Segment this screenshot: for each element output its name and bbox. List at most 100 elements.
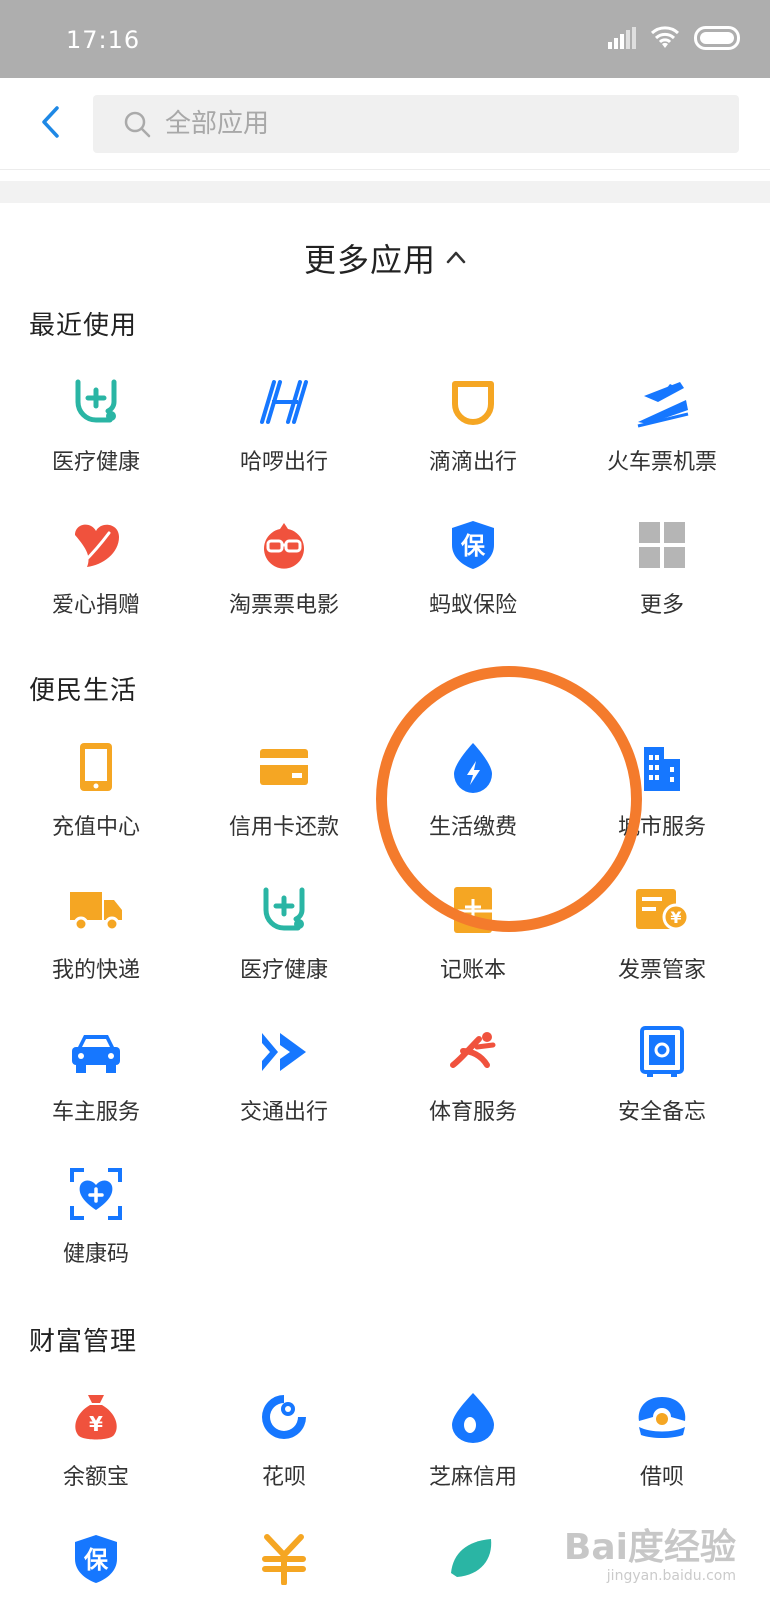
health-code-icon — [68, 1166, 124, 1222]
leaf-icon — [445, 1531, 501, 1587]
app-label: 借呗 — [639, 1465, 684, 1490]
app-label: 安全备忘 — [617, 1100, 706, 1125]
invoice-icon: ¥ — [634, 882, 690, 938]
safe-icon — [634, 1024, 690, 1080]
app-health-code[interactable]: 健康码 — [0, 1166, 192, 1286]
app-label: 信用卡还款 — [228, 815, 339, 840]
sports-figure-icon — [445, 1024, 501, 1080]
app-sports[interactable]: 体育服务 — [377, 1024, 569, 1144]
grid-icon — [634, 517, 690, 573]
app-label: 充值中心 — [51, 815, 140, 840]
double-chevron-icon — [256, 1024, 312, 1080]
didi-icon — [445, 374, 501, 430]
app-didi[interactable]: 滴滴出行 — [377, 374, 569, 494]
app-label: 车主服务 — [51, 1100, 140, 1125]
truck-icon — [68, 882, 124, 938]
app-label: 生活缴费 — [428, 815, 517, 840]
app-label: 哈啰出行 — [239, 450, 328, 475]
app-label: 我的快递 — [51, 958, 140, 983]
heart-leaf-icon — [68, 517, 124, 573]
app-sesame-credit[interactable]: 芝麻信用 — [377, 1389, 569, 1509]
watermark: Bai度经验 jingyan.baidu.com — [564, 1518, 736, 1584]
svg-text:¥: ¥ — [89, 1412, 103, 1436]
signal-icon — [608, 27, 636, 53]
app-city-service[interactable]: 城市服务 — [566, 739, 758, 859]
section-title-life: 便民生活 — [29, 676, 138, 706]
app-train-flight[interactable]: 火车票机票 — [566, 374, 758, 494]
search-icon — [123, 110, 151, 138]
svg-text:保: 保 — [83, 1546, 109, 1574]
app-label: 城市服务 — [617, 815, 706, 840]
app-account-book[interactable]: 记账本 — [377, 882, 569, 1002]
status-bar: 17:16 — [0, 0, 770, 78]
app-medical-2[interactable]: 医疗健康 — [188, 882, 380, 1002]
app-label: 芝麻信用 — [428, 1465, 517, 1490]
buildings-icon — [634, 739, 690, 795]
app-label: 花呗 — [261, 1465, 306, 1490]
app-jiebei[interactable]: 借呗 — [566, 1389, 758, 1509]
app-label: 医疗健康 — [239, 958, 328, 983]
app-transport[interactable]: 交通出行 — [188, 1024, 380, 1144]
back-button[interactable] — [22, 96, 78, 152]
more-apps-title: 更多应用 — [303, 241, 436, 279]
more-apps-toggle[interactable]: 更多应用 — [0, 228, 770, 288]
app-label: 体育服务 — [428, 1100, 517, 1125]
app-label: 健康码 — [62, 1242, 129, 1267]
medical-icon — [256, 882, 312, 938]
app-label: 火车票机票 — [606, 450, 717, 475]
app-recharge[interactable]: 充值中心 — [0, 739, 192, 859]
app-credit-card[interactable]: 信用卡还款 — [188, 739, 380, 859]
search-box[interactable] — [93, 95, 739, 153]
app-ant-insurance[interactable]: 保 蚂蚁保险 — [377, 517, 569, 637]
battery-icon — [694, 26, 742, 54]
app-hello-bike[interactable]: 哈啰出行 — [188, 374, 380, 494]
status-time: 17:16 — [66, 26, 141, 54]
ledger-icon — [445, 882, 501, 938]
app-partial-leaf[interactable] — [377, 1531, 569, 1600]
train-plane-icon — [634, 374, 690, 430]
app-medical[interactable]: 医疗健康 — [0, 374, 192, 494]
section-title-recent: 最近使用 — [29, 311, 138, 341]
chevron-left-icon — [39, 105, 61, 143]
app-express[interactable]: 我的快递 — [0, 882, 192, 1002]
watermark-sub: jingyan.baidu.com — [606, 1568, 736, 1584]
app-label: 蚂蚁保险 — [428, 593, 517, 618]
watermark-main: Bai度经验 — [563, 1527, 736, 1568]
taopiaopiao-icon — [256, 517, 312, 573]
app-partial-insurance[interactable]: 保 — [0, 1531, 192, 1600]
app-invoice[interactable]: ¥ 发票管家 — [566, 882, 758, 1002]
app-partial-yuan[interactable] — [188, 1531, 380, 1600]
app-label: 更多 — [639, 593, 684, 618]
hello-bike-icon — [256, 374, 312, 430]
app-label: 记账本 — [439, 958, 506, 983]
app-safe-memo[interactable]: 安全备忘 — [566, 1024, 758, 1144]
app-yuebao[interactable]: ¥ 余额宝 — [0, 1389, 192, 1509]
huabei-icon — [256, 1389, 312, 1445]
app-label: 余额宝 — [62, 1465, 129, 1490]
medical-icon — [68, 374, 124, 430]
app-label: 医疗健康 — [51, 450, 140, 475]
app-life-payment[interactable]: 生活缴费 — [377, 739, 569, 859]
sesame-icon — [445, 1389, 501, 1445]
water-drop-bolt-icon — [445, 739, 501, 795]
car-icon — [68, 1024, 124, 1080]
app-huabei[interactable]: 花呗 — [188, 1389, 380, 1509]
app-label: 发票管家 — [617, 958, 706, 983]
app-car-owner[interactable]: 车主服务 — [0, 1024, 192, 1144]
jiebei-icon — [634, 1389, 690, 1445]
chevron-up-icon — [446, 249, 466, 268]
app-label: 爱心捐赠 — [51, 593, 140, 618]
app-taopiaopiao[interactable]: 淘票票电影 — [188, 517, 380, 637]
phone-icon — [68, 739, 124, 795]
section-title-wealth: 财富管理 — [29, 1327, 138, 1357]
yuan-icon — [256, 1531, 312, 1587]
shield-icon: 保 — [68, 1531, 124, 1587]
wifi-icon — [650, 26, 680, 54]
app-more[interactable]: 更多 — [566, 517, 758, 637]
section-divider — [0, 181, 770, 203]
svg-text:保: 保 — [460, 532, 486, 560]
status-icons — [608, 24, 742, 56]
app-charity[interactable]: 爱心捐赠 — [0, 517, 192, 637]
search-input[interactable] — [165, 104, 685, 144]
money-bag-icon: ¥ — [68, 1389, 124, 1445]
